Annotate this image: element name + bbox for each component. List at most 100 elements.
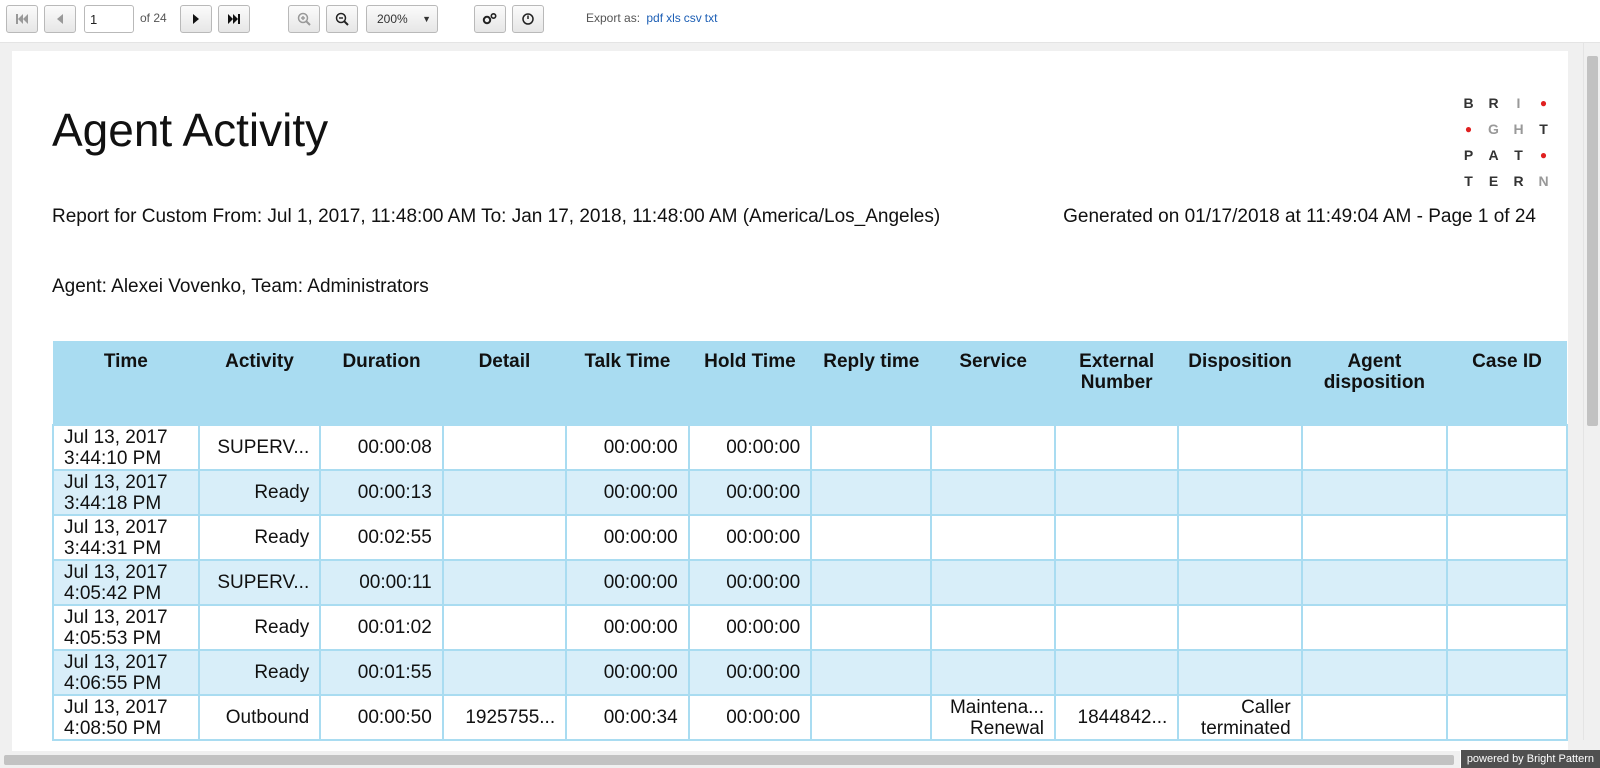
table-cell: Jul 13, 2017 4:08:50 PM [52,694,200,741]
table-cell: Jul 13, 2017 4:05:53 PM [52,604,200,651]
table-cell [810,559,933,606]
column-header: Duration [320,341,443,425]
table-cell: 00:02:55 [319,514,444,561]
table-cell [810,604,933,651]
table-cell [1177,604,1303,651]
table-cell: 00:00:00 [687,469,813,516]
refresh-button[interactable] [512,5,544,33]
table-cell [810,649,933,696]
zoom-out-icon [335,12,349,26]
report-viewport: Agent Activity B R I ● ● G H T P A T ● TERN Repor… [0,43,1600,768]
table-cell [1446,604,1568,651]
settings-button[interactable] [474,5,506,33]
refresh-icon [522,13,534,25]
table-cell: 1844842... [1053,694,1180,741]
export-xls-link[interactable]: xls [666,11,681,25]
table-cell [810,694,933,741]
report-title: Agent Activity [52,104,329,156]
report-date-range: Report for Custom From: Jul 1, 2017, 11:… [52,206,941,227]
table-cell [1446,694,1568,741]
column-header: Reply time [811,341,932,425]
page-number-input[interactable] [84,5,134,33]
prev-page-icon [57,14,63,24]
table-cell: 00:00:00 [565,424,690,471]
table-cell [1053,514,1180,561]
table-cell [930,604,1056,651]
table-cell [441,559,568,606]
zoom-in-button[interactable] [288,5,320,33]
export-csv-link[interactable]: csv [684,11,702,25]
column-header: Hold Time [688,341,812,425]
table-cell [441,604,568,651]
table-cell: 00:00:00 [565,559,690,606]
export-txt-link[interactable]: txt [705,11,718,25]
column-header: Activity [198,341,321,425]
table-cell [930,424,1056,471]
first-page-button[interactable] [6,5,38,33]
export-label: Export as: [586,11,641,25]
bright-pattern-logo: B R I ● ● G H T P A T ● TERN [1463,95,1549,189]
settings-icon [482,12,497,25]
table-cell: Jul 13, 2017 4:05:42 PM [52,559,200,606]
scroll-thumb[interactable] [1587,56,1598,426]
table-cell [1300,604,1449,651]
table-cell: 00:00:50 [319,694,444,741]
table-cell: SUPERV... [197,424,322,471]
zoom-select[interactable]: 200% ▼ [366,5,438,33]
table-cell [441,514,568,561]
table-row: Jul 13, 2017 3:44:18 PM Ready 00:00:13 00:0… [52,469,1568,516]
table-cell [1446,514,1568,561]
export-group: Export as: pdf xls csv txt [586,11,717,25]
chevron-down-icon: ▼ [422,14,431,24]
column-header: Talk Time [566,341,689,425]
last-page-button[interactable] [218,5,250,33]
table-cell [1177,514,1303,561]
next-page-button[interactable] [180,5,212,33]
table-cell: Ready [197,604,322,651]
table-cell: SUPERV... [197,559,322,606]
table-cell [810,424,933,471]
table-cell [1446,649,1568,696]
table-cell: Jul 13, 2017 3:44:18 PM [52,469,200,516]
table-cell [441,649,568,696]
table-cell [930,469,1056,516]
table-cell: 00:00:00 [687,424,813,471]
report-toolbar: of 24 200% ▼ Export as: pdfxlscsvtxt [0,0,1600,43]
table-cell [930,514,1056,561]
table-cell [930,649,1056,696]
table-cell [810,469,933,516]
table-cell: 00:00:00 [687,559,813,606]
report-page: Agent Activity B R I ● ● G H T P A T ● TERN Repor… [12,51,1568,768]
table-cell: 00:00:00 [565,604,690,651]
agent-team-label: Agent: Alexei Vovenko, Team: Administrat… [52,276,429,297]
export-pdf-link[interactable]: pdf [646,11,663,25]
table-cell [1053,649,1180,696]
table-cell [1300,559,1449,606]
zoom-out-button[interactable] [326,5,358,33]
column-header: Time [53,341,199,425]
table-cell [1446,559,1568,606]
table-cell: 00:00:00 [687,694,813,741]
column-header: Case ID [1447,341,1567,425]
table-cell: 00:00:00 [565,649,690,696]
table-cell [930,559,1056,606]
column-header: Detail [442,341,567,425]
horizontal-scrollbar[interactable] [0,751,1460,768]
table-cell [1053,424,1180,471]
table-cell [1300,424,1449,471]
scroll-thumb[interactable] [4,755,1454,765]
table-cell: 00:00:00 [687,604,813,651]
table-cell: 00:00:11 [319,559,444,606]
table-cell: Ready [197,469,322,516]
zoom-value: 200% [377,12,408,26]
table-cell: Ready [197,514,322,561]
table-cell: Jul 13, 2017 3:44:10 PM [52,424,200,471]
table-cell [1300,514,1449,561]
prev-page-button[interactable] [44,5,76,33]
zoom-in-icon [297,12,311,26]
table-cell: Outbound [197,694,322,741]
first-page-icon [16,14,28,24]
table-cell: 1925755... [441,694,568,741]
vertical-scrollbar[interactable] [1583,43,1600,740]
table-cell: 00:00:08 [319,424,444,471]
